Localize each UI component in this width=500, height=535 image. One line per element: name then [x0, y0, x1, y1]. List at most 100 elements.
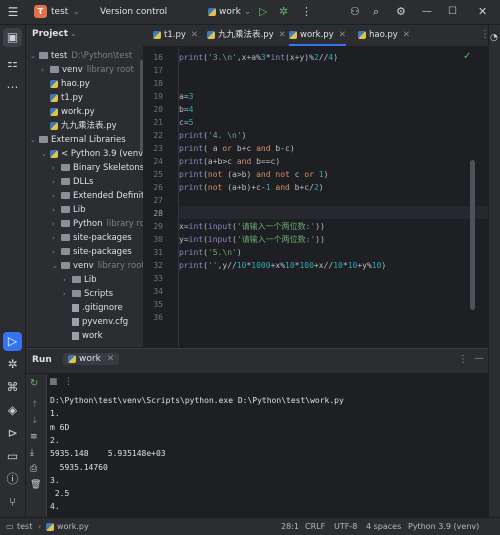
chevron-down-icon[interactable]: ⌄ — [162, 0, 169, 24]
close-tab-icon[interactable]: ✕ — [403, 30, 410, 40]
hamburger-menu-icon[interactable]: ☰ — [6, 0, 20, 24]
tree-item[interactable]: › Lib — [63, 273, 97, 287]
chevron-right-icon[interactable]: › — [63, 273, 72, 287]
code-line[interactable]: c=5 — [179, 116, 193, 129]
chevron-right-icon[interactable]: › — [52, 245, 61, 259]
close-tab-icon[interactable]: ✕ — [339, 30, 346, 40]
chevron-right-icon[interactable]: › — [63, 287, 72, 301]
terminal-icon[interactable]: ▭ — [3, 447, 22, 466]
tree-item[interactable]: ⌄ venv library root — [52, 259, 143, 273]
print-icon[interactable]: ⎙ — [30, 464, 37, 474]
editor-scrollbar[interactable] — [470, 160, 475, 310]
tree-item[interactable]: › Extended Definitions — [52, 189, 143, 203]
tree-item[interactable]: work — [63, 329, 103, 343]
inspection-ok-icon[interactable]: ✓ — [463, 51, 471, 62]
line-ending[interactable]: CRLF — [305, 518, 325, 535]
chevron-down-icon[interactable]: ⌄ — [70, 29, 77, 38]
close-window-button[interactable]: ✕ — [478, 0, 487, 24]
chevron-down-icon[interactable]: ⌄ — [41, 147, 50, 161]
code-line[interactable]: b=4 — [179, 103, 193, 116]
chevron-right-icon[interactable]: › — [52, 161, 61, 175]
close-tab-icon[interactable]: ✕ — [191, 30, 198, 40]
minimize-button[interactable]: — — [422, 0, 432, 24]
code-line[interactable]: print(not (a+b)+c-1 and b+c/2) — [179, 181, 324, 194]
chevron-right-icon[interactable]: › — [41, 63, 50, 77]
code-line[interactable]: print('4. \n') — [179, 129, 246, 142]
git-icon[interactable]: ⑂ — [3, 493, 22, 512]
chevron-right-icon[interactable]: › — [52, 217, 61, 231]
code-line[interactable]: print(a+b>c and b==c) — [179, 155, 280, 168]
tree-item[interactable]: .gitignore — [63, 301, 123, 315]
project-widget[interactable]: T — [34, 0, 48, 24]
chevron-down-icon[interactable]: ⌄ — [73, 0, 80, 24]
scroll-to-end-icon[interactable]: ⤓ — [30, 448, 34, 458]
settings-gear-icon[interactable]: ⚙ — [396, 0, 406, 24]
vcs-widget[interactable]: Version control — [100, 0, 167, 24]
add-user-icon[interactable]: ⚇ — [350, 0, 360, 24]
chevron-down-icon[interactable]: ⌄ — [30, 49, 39, 63]
tree-item[interactable]: hao.py — [41, 77, 90, 91]
chevron-right-icon[interactable]: › — [52, 231, 61, 245]
tree-item[interactable]: ⌄ External Libraries — [30, 133, 126, 147]
tree-item[interactable]: work.py — [41, 105, 95, 119]
up-arrow-icon[interactable]: ↑ — [31, 400, 39, 410]
more-options-icon[interactable]: ⋮ — [458, 354, 468, 365]
project-name[interactable]: test — [51, 0, 68, 24]
chevron-down-icon[interactable]: ⌄ — [52, 259, 61, 273]
hide-panel-icon[interactable]: — — [474, 353, 484, 364]
more-tools-icon[interactable]: ⋯ — [3, 78, 22, 97]
chevron-down-icon[interactable]: ⌄ — [30, 133, 39, 147]
stop-icon[interactable]: ■ — [49, 377, 58, 387]
code-line[interactable]: print('',y//10*1000+x%10*100+x//10*10+y%… — [179, 259, 386, 272]
close-tab-icon[interactable]: ✕ — [279, 30, 286, 40]
breadcrumb-project[interactable]: test — [17, 518, 32, 535]
chevron-right-icon[interactable]: › — [52, 189, 61, 203]
problems-icon[interactable]: ⓘ — [3, 470, 22, 489]
terminal-icon[interactable]: ▭ — [6, 518, 14, 535]
services-icon[interactable]: ⊳ — [3, 424, 22, 443]
code-line[interactable]: print( a or b+c and b-c) — [179, 142, 295, 155]
more-actions-button[interactable]: ⋮ — [301, 0, 312, 24]
tree-item[interactable]: › site-packages — [52, 245, 132, 259]
breadcrumb-file[interactable]: work.py — [46, 518, 89, 535]
tree-item[interactable]: › DLLs — [52, 175, 93, 189]
tree-item[interactable]: ⌄ < Python 3.9 (venv) > — [41, 147, 143, 161]
tree-item[interactable]: › Scripts — [63, 287, 113, 301]
debug-tool-icon[interactable]: ✲ — [3, 355, 22, 374]
editor-tab[interactable]: t1.py ✕ — [153, 25, 198, 46]
structure-tool-icon[interactable]: ⚏ — [3, 54, 22, 73]
indent-setting[interactable]: 4 spaces — [366, 518, 401, 535]
code-line[interactable]: y=int(input('请输入一个两位数:')) — [179, 233, 325, 246]
code-line[interactable]: x=int(input('请输入一个两位数:')) — [179, 220, 325, 233]
tree-item[interactable]: › venv library root — [41, 63, 134, 77]
project-tool-icon[interactable]: ▣ — [3, 28, 22, 47]
debug-button[interactable]: ✲ — [279, 0, 288, 24]
run-config-selector[interactable]: work ⌄ — [208, 0, 251, 24]
code-line[interactable]: print('5.\n') — [179, 246, 242, 259]
editor-tab[interactable]: work.py ✕ — [289, 25, 346, 46]
code-line[interactable]: print('3.\n',x+a%3*int(x+y)%2//4) — [179, 51, 338, 64]
tab-overflow-menu[interactable]: ⋮ — [480, 29, 490, 40]
down-arrow-icon[interactable]: ↓ — [31, 416, 39, 426]
code-editor[interactable] — [143, 47, 488, 347]
interpreter-selector[interactable]: Python 3.9 (venv) — [408, 518, 479, 535]
tree-item[interactable]: › Binary Skeletons — [52, 161, 143, 175]
chevron-right-icon[interactable]: › — [52, 203, 61, 217]
more-options-icon[interactable]: ⋮ — [64, 377, 73, 387]
notifications-icon[interactable]: ◔ — [490, 33, 498, 43]
run-button[interactable]: ▷ — [259, 0, 267, 24]
rerun-icon[interactable]: ↻ — [30, 378, 38, 389]
close-icon[interactable]: ✕ — [107, 354, 115, 364]
python-packages-icon[interactable]: ◈ — [3, 401, 22, 420]
file-encoding[interactable]: UTF-8 — [334, 518, 357, 535]
tree-item[interactable]: ⌄ test D:\Python\test — [30, 49, 132, 63]
code-line[interactable]: print(not (a>b) and not c or 1) — [179, 168, 328, 181]
search-icon[interactable]: ⌕ — [373, 0, 379, 24]
maximize-button[interactable]: ☐ — [448, 0, 457, 24]
editor-tab[interactable]: hao.py ✕ — [358, 25, 410, 46]
tree-item[interactable]: t1.py — [41, 91, 83, 105]
run-tab-work[interactable]: work ✕ — [63, 353, 120, 365]
tree-item[interactable]: › Lib — [52, 203, 86, 217]
chevron-right-icon[interactable]: › — [52, 175, 61, 189]
python-console-icon[interactable]: ⌘ — [3, 378, 22, 397]
